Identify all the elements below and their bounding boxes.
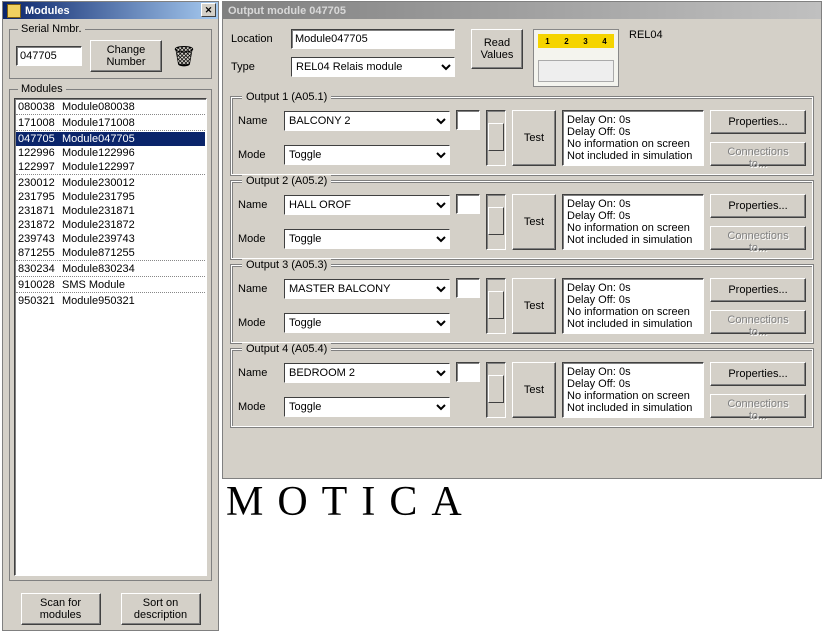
mode-label: Mode [238, 401, 284, 413]
sort-on-description-button[interactable]: Sort on description [121, 593, 201, 625]
output-level-slider[interactable] [486, 362, 506, 418]
module-row[interactable]: 122996Module122996 [16, 146, 205, 160]
module-row[interactable]: 910028SMS Module [16, 278, 205, 292]
test-button[interactable]: Test [512, 362, 556, 418]
modules-list-group: 080038Module080038 171008Module171008 04… [9, 89, 212, 581]
output-module-title: Output module 047705 [228, 5, 346, 17]
output-name-select[interactable]: BALCONY 2 [284, 111, 450, 131]
mode-label: Mode [238, 233, 284, 245]
properties-button[interactable]: Properties... [710, 110, 806, 134]
connections-to-button[interactable]: Connections to... [710, 310, 806, 334]
output-module-titlebar: Output module 047705 [223, 2, 821, 19]
modules-titlebar: Modules ✕ [3, 2, 218, 19]
type-label: Type [231, 61, 291, 73]
module-row[interactable]: 171008Module171008 [16, 116, 205, 130]
close-button[interactable]: ✕ [201, 3, 216, 17]
output-level-slider[interactable] [486, 110, 506, 166]
connections-to-button[interactable]: Connections to... [710, 394, 806, 418]
change-number-button[interactable]: Change Number [90, 40, 162, 72]
module-row[interactable]: 122997Module122997 [16, 160, 205, 174]
properties-button[interactable]: Properties... [710, 278, 806, 302]
output-level-slider[interactable] [486, 278, 506, 334]
location-label: Location [231, 33, 291, 45]
modules-listbox[interactable]: 080038Module080038 171008Module171008 04… [14, 98, 207, 576]
modules-panel: Modules ✕ Change Number 🗑 080038Module08… [2, 1, 219, 631]
output-value-input[interactable] [456, 194, 480, 214]
mode-label: Mode [238, 317, 284, 329]
folder-icon [7, 4, 21, 18]
output-info-text: Delay On: 0s Delay Off: 0s No informatio… [562, 278, 704, 334]
name-label: Name [238, 367, 284, 379]
output-mode-select[interactable]: Toggle [284, 397, 450, 417]
output-group-4: Name BEDROOM 2 Mode Toggle Test Delay On… [231, 349, 813, 427]
output-info-text: Delay On: 0s Delay Off: 0s No informatio… [562, 110, 704, 166]
output-group-1: Name BALCONY 2 Mode Toggle Test Delay On… [231, 97, 813, 175]
mode-label: Mode [238, 149, 284, 161]
output-level-slider[interactable] [486, 194, 506, 250]
name-label: Name [238, 115, 284, 127]
output-info-text: Delay On: 0s Delay Off: 0s No informatio… [562, 362, 704, 418]
module-row[interactable]: 239743Module239743 [16, 232, 205, 246]
output-name-select[interactable]: MASTER BALCONY [284, 279, 450, 299]
output-name-select[interactable]: BEDROOM 2 [284, 363, 450, 383]
module-row[interactable]: 950321Module950321 [16, 294, 205, 308]
module-row[interactable]: 080038Module080038 [16, 100, 205, 114]
watermark-text: MOTICA [226, 478, 476, 526]
test-button[interactable]: Test [512, 110, 556, 166]
name-label: Name [238, 283, 284, 295]
output-group-3: Name MASTER BALCONY Mode Toggle Test Del… [231, 265, 813, 343]
modules-bottom-buttons: Scan for modules Sort on description [3, 587, 218, 629]
module-row[interactable]: 871255Module871255 [16, 246, 205, 260]
read-values-button[interactable]: Read Values [471, 29, 523, 69]
connections-to-button[interactable]: Connections to... [710, 226, 806, 250]
location-input[interactable] [291, 29, 455, 49]
connections-to-button[interactable]: Connections to... [710, 142, 806, 166]
module-row[interactable]: 231795Module231795 [16, 190, 205, 204]
name-label: Name [238, 199, 284, 211]
scan-for-modules-button[interactable]: Scan for modules [21, 593, 101, 625]
output-mode-select[interactable]: Toggle [284, 145, 450, 165]
type-select[interactable]: REL04 Relais module [291, 57, 455, 77]
output-value-input[interactable] [456, 110, 480, 130]
serial-number-group: Change Number 🗑 [9, 29, 212, 79]
output-group-2: Name HALL OROF Mode Toggle Test Delay On… [231, 181, 813, 259]
output-mode-select[interactable]: Toggle [284, 229, 450, 249]
output-value-input[interactable] [456, 362, 480, 382]
trash-icon[interactable]: 🗑 [170, 41, 198, 71]
module-row[interactable]: 231871Module231871 [16, 204, 205, 218]
output-mode-select[interactable]: Toggle [284, 313, 450, 333]
module-row[interactable]: 830234Module830234 [16, 262, 205, 276]
output-info-text: Delay On: 0s Delay Off: 0s No informatio… [562, 194, 704, 250]
output-module-panel: Output module 047705 Location Type REL04… [222, 1, 822, 479]
properties-button[interactable]: Properties... [710, 362, 806, 386]
output-value-input[interactable] [456, 278, 480, 298]
serial-number-input[interactable] [16, 46, 82, 66]
module-row[interactable]: 230012Module230012 [16, 176, 205, 190]
device-image: 1234 [533, 29, 619, 87]
module-row[interactable]: 231872Module231872 [16, 218, 205, 232]
modules-title: Modules [25, 5, 70, 17]
module-row[interactable]: 047705Module047705 [16, 132, 205, 146]
test-button[interactable]: Test [512, 278, 556, 334]
test-button[interactable]: Test [512, 194, 556, 250]
properties-button[interactable]: Properties... [710, 194, 806, 218]
device-code-label: REL04 [629, 29, 663, 41]
output-name-select[interactable]: HALL OROF [284, 195, 450, 215]
header-row: Location Type REL04 Relais module Read V… [223, 19, 821, 91]
